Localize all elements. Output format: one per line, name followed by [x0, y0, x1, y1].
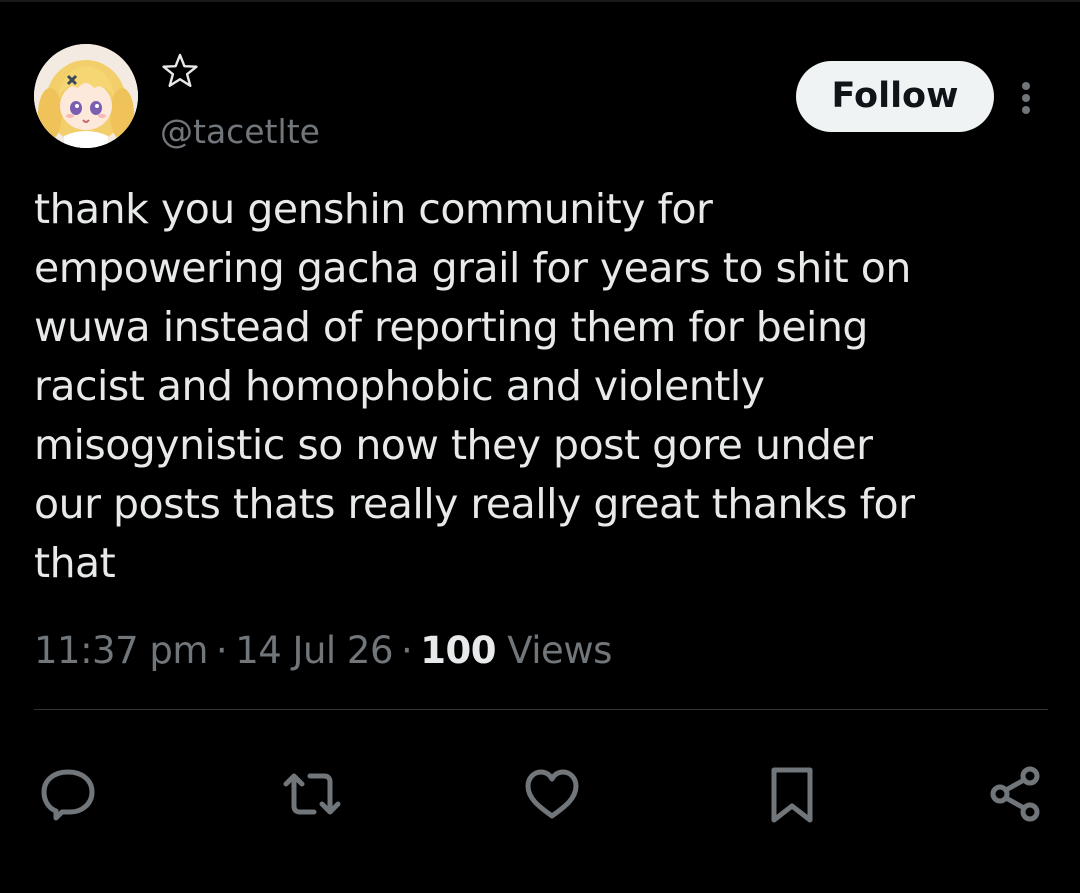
anime-avatar-icon: [34, 44, 138, 148]
reply-icon[interactable]: [36, 762, 100, 826]
views-label: Views: [507, 629, 612, 672]
bookmark-icon[interactable]: [760, 762, 824, 826]
retweet-icon[interactable]: [280, 762, 344, 826]
divider: [34, 709, 1048, 710]
like-icon[interactable]: [520, 762, 584, 826]
share-icon[interactable]: [986, 762, 1050, 826]
tweet-text: thank you genshin community for empoweri…: [34, 185, 915, 587]
meta-separator: ·: [401, 629, 413, 672]
author-handle[interactable]: @tacetlte: [160, 112, 320, 152]
tweet-meta: 11:37 pm · 14 Jul 26 · 100 Views: [34, 626, 612, 676]
display-name-star-icon[interactable]: [160, 52, 200, 88]
follow-button[interactable]: Follow: [796, 61, 994, 132]
tweet-date[interactable]: 14 Jul 26: [235, 629, 393, 672]
views-count: 100: [420, 629, 497, 672]
tweet-time[interactable]: 11:37 pm: [34, 629, 208, 672]
avatar[interactable]: [34, 44, 138, 148]
meta-separator: ·: [215, 629, 228, 672]
top-edge: [0, 0, 1080, 2]
more-options-icon[interactable]: [1012, 78, 1040, 118]
